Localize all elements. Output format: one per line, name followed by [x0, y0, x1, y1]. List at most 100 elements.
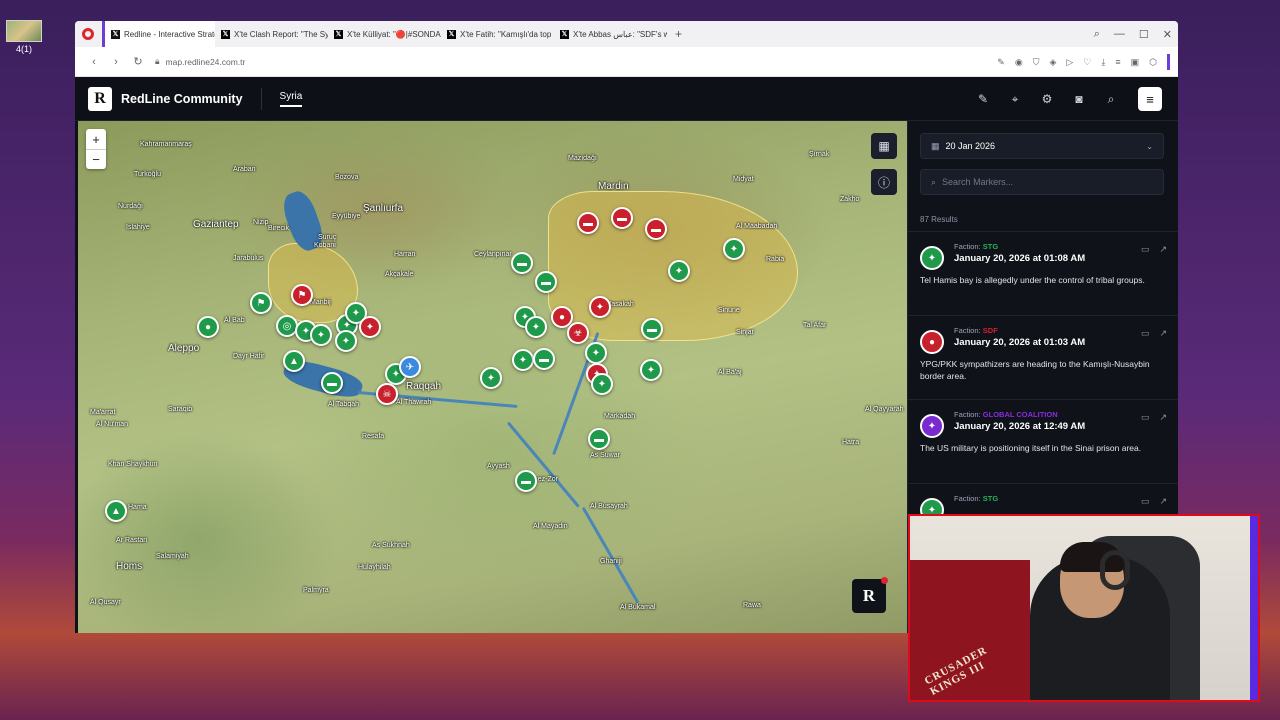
marker-stg[interactable]: ✦	[723, 238, 745, 260]
menu-icon[interactable]: ≡	[1115, 57, 1120, 67]
list-item[interactable]: ✦ Faction: GLOBAL COALITION January 20, …	[908, 399, 1178, 483]
marker-sdf[interactable]: ✦	[359, 316, 381, 338]
marker-stg[interactable]: ✦	[512, 349, 534, 371]
video-icon[interactable]: ▭	[1141, 244, 1150, 255]
marker-stg[interactable]: ✦	[525, 316, 547, 338]
marker-coalition[interactable]: ✈	[399, 356, 421, 378]
camera-icon[interactable]: ◙	[1070, 90, 1088, 108]
video-icon[interactable]: ▭	[1141, 328, 1150, 339]
map-label: Hulayhilah	[358, 564, 391, 571]
map-label: Al Nu'man	[96, 421, 129, 428]
marker-stg[interactable]: ✦	[335, 330, 357, 352]
marker-sdf[interactable]: ▬	[577, 212, 599, 234]
marker-stg[interactable]: ✦	[480, 367, 502, 389]
back-icon[interactable]: ‹	[83, 56, 105, 68]
x-logo-icon: 𝕏	[447, 29, 456, 39]
event-time: January 20, 2026 at 01:08 AM	[954, 253, 1086, 264]
minimize-icon[interactable]: —	[1114, 28, 1125, 40]
tab-fatih[interactable]: 𝕏 X'te Fatih: "Kamışlı'da top	[441, 21, 554, 47]
marker-sdf[interactable]: ⚑	[291, 284, 313, 306]
maximize-icon[interactable]: ☐	[1139, 28, 1149, 41]
marker-stg[interactable]: ⚑	[250, 292, 272, 314]
marker-stg[interactable]: ✦	[585, 342, 607, 364]
map-label: Kahramanmaraş	[140, 141, 192, 148]
camera-icon[interactable]: ◉	[1015, 57, 1023, 68]
chevron-down-icon: ⌄	[1146, 141, 1153, 151]
external-link-icon[interactable]: ↗	[1159, 412, 1167, 423]
search-tabs-icon[interactable]: ⌕	[1094, 28, 1100, 41]
hamburger-menu-button[interactable]: ≡	[1138, 87, 1162, 111]
search-input[interactable]	[942, 177, 1143, 187]
wallet-icon[interactable]: ▣	[1131, 57, 1140, 68]
redline-map-badge[interactable]: R	[852, 577, 888, 613]
play-icon[interactable]: ▷	[1066, 57, 1073, 68]
box-icon[interactable]: ⬡	[1149, 57, 1157, 68]
marker-sdf[interactable]: ✦	[589, 296, 611, 318]
list-item[interactable]: ● Faction: SDF January 20, 2026 at 01:03…	[908, 315, 1178, 399]
map-label: Ayyash	[487, 463, 510, 470]
map-label: Suruç	[318, 234, 337, 241]
map-layers-button[interactable]: ▦	[871, 133, 897, 159]
shield-icon[interactable]: ⛉	[1033, 57, 1040, 68]
url-field[interactable]: 🔒︎ map.redline24.com.tr	[155, 56, 245, 67]
list-item[interactable]: ✦ Faction: STG January 20, 2026 at 01:08…	[908, 231, 1178, 315]
external-link-icon[interactable]: ↗	[1159, 328, 1167, 339]
map-label: Salamiyah	[156, 553, 189, 560]
event-description: The US military is positioning itself in…	[920, 443, 1142, 453]
zoom-out-button[interactable]: −	[86, 149, 106, 169]
marker-stg[interactable]: ▬	[515, 470, 537, 492]
info-button[interactable]: ⓘ	[871, 169, 897, 195]
close-icon[interactable]: ✕	[1163, 28, 1172, 41]
date-selector[interactable]: ▦ 20 Jan 2026 ⌄	[920, 133, 1164, 159]
vpn-icon[interactable]: ◈	[1049, 57, 1056, 68]
marker-stg[interactable]: ✦	[668, 260, 690, 282]
marker-sdf[interactable]: ☠	[376, 383, 398, 405]
event-description: YPG/PKK sympathizers are heading to the …	[920, 359, 1150, 382]
forward-icon[interactable]: ›	[105, 56, 127, 68]
marker-stg[interactable]: ▬	[321, 372, 343, 394]
marker-stg[interactable]: ●	[197, 316, 219, 338]
marker-stg[interactable]: ▬	[588, 428, 610, 450]
marker-stg[interactable]: ▬	[535, 271, 557, 293]
marker-stg[interactable]: ✦	[310, 324, 332, 346]
zoom-in-button[interactable]: +	[86, 129, 106, 149]
download-icon[interactable]: ⤓	[1101, 57, 1105, 68]
map-label: Al Mayadin	[533, 523, 568, 530]
reload-icon[interactable]: ↻	[127, 55, 149, 68]
new-tab-button[interactable]: +	[667, 27, 690, 41]
marker-stg[interactable]: ✦	[640, 359, 662, 381]
video-icon[interactable]: ▭	[1141, 412, 1150, 423]
edit-icon[interactable]: ✎	[997, 57, 1005, 68]
tab-redline[interactable]: 𝕏 Redline - Interactive Strate	[102, 21, 215, 47]
marker-stg[interactable]: ▲	[283, 350, 305, 372]
opera-logo-icon[interactable]	[82, 28, 94, 40]
marker-stg[interactable]: ▬	[641, 318, 663, 340]
tab-clash-report[interactable]: 𝕏 X'te Clash Report: "The Sy	[215, 21, 328, 47]
x-logo-icon: 𝕏	[334, 29, 343, 39]
marker-sdf[interactable]: ▬	[611, 207, 633, 229]
desktop-icon[interactable]: 4(1)	[6, 20, 42, 54]
external-link-icon[interactable]: ↗	[1159, 496, 1167, 507]
external-link-icon[interactable]: ↗	[1159, 244, 1167, 255]
map-label: Al Qayyarah	[865, 406, 904, 413]
tab-abbas[interactable]: 𝕏 X'te Abbas عباس: "SDF's w	[554, 21, 667, 47]
redline-logo[interactable]: R	[88, 86, 112, 111]
marker-sdf[interactable]: ▬	[645, 218, 667, 240]
tab-syria[interactable]: Syria	[279, 91, 303, 107]
draw-icon[interactable]: ✎	[974, 90, 992, 108]
marker-sdf[interactable]: ☣	[567, 322, 589, 344]
webcam-blanket-text: CRUSADER KINGS III	[922, 644, 990, 699]
marker-stg[interactable]: ▬	[511, 252, 533, 274]
marker-stg[interactable]: ▲	[105, 500, 127, 522]
marker-stg[interactable]: ✦	[591, 373, 613, 395]
gear-icon[interactable]: ⚙	[1038, 90, 1056, 108]
search-icon[interactable]: ⌕	[1102, 90, 1120, 108]
marker-stg[interactable]: ▬	[533, 348, 555, 370]
video-icon[interactable]: ▭	[1141, 496, 1150, 507]
map-label: Al Bab	[224, 317, 245, 324]
map-view[interactable]: Kahramanmaraş Gaziantep Şanlıurfa Mardin…	[78, 121, 907, 633]
location-pin-icon[interactable]: ⌖	[1006, 90, 1024, 108]
tab-kulliyat[interactable]: 𝕏 X'te Külliyat: "🔴|#SONDA	[328, 21, 441, 47]
heart-icon[interactable]: ♡	[1083, 57, 1091, 68]
map-label: Raqqah	[406, 381, 442, 392]
